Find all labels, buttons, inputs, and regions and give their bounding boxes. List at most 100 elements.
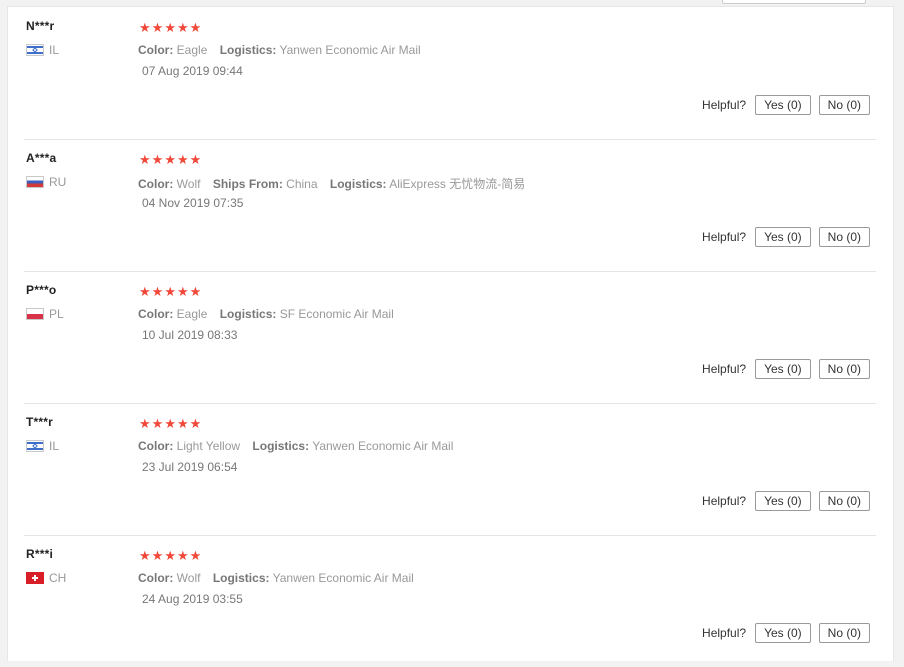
helpful-no-button[interactable]: No (0) (818, 623, 870, 643)
star-icon: ★ (164, 548, 176, 563)
color-label: Color: (138, 177, 174, 191)
star-icon: ★ (151, 284, 164, 299)
helpful-yes-button[interactable]: Yes (0) (755, 227, 811, 247)
russia-flag-icon (26, 176, 44, 188)
helpful-label: Helpful? (702, 494, 747, 508)
helpful-yes-button[interactable]: Yes (0) (755, 95, 811, 115)
reviewer-country: RU (26, 175, 66, 189)
sort-dropdown[interactable] (722, 0, 866, 4)
star-icon: ★ (189, 152, 202, 167)
logistics-label: Logistics: (329, 177, 387, 191)
logistics-value: AliExpress 无忧物流-简易 (389, 177, 526, 191)
star-rating: ★ ★ ★ ★ ★ (139, 20, 202, 35)
review-item: A***a RU ★ ★ ★ ★ ★ Color: Wolf Ships From: C… (24, 139, 876, 272)
star-icon: ★ (139, 416, 151, 431)
order-info: Color: Eagle Logistics: Yanwen Economic … (138, 43, 421, 57)
reviewer-name: T***r (26, 415, 54, 429)
order-info: Color: Eagle Logistics: SF Economic Air … (138, 307, 394, 321)
helpful-yes-button[interactable]: Yes (0) (755, 491, 811, 511)
color-label: Color: (138, 307, 174, 321)
country-code: RU (49, 175, 67, 189)
star-icon: ★ (139, 20, 151, 35)
reviewer-name: N***r (26, 19, 55, 33)
reviewer-country: CH (26, 571, 66, 585)
logistics-value: Yanwen Economic Air Mail (279, 43, 421, 57)
star-icon: ★ (176, 152, 189, 167)
reviewer-country: IL (26, 43, 59, 57)
review-item: N***r IL ★ ★ ★ ★ ★ Color: Eagle Logistics: Y… (24, 7, 876, 140)
order-info: Color: Wolf Ships From: China Logistics:… (138, 175, 525, 192)
order-info: Color: Light Yellow Logistics: Yanwen Ec… (138, 439, 453, 453)
helpful-no-button[interactable]: No (0) (818, 491, 870, 511)
color-value: Eagle (176, 307, 208, 321)
color-value: Wolf (176, 177, 201, 191)
star-icon: ★ (164, 20, 176, 35)
order-info: Color: Wolf Logistics: Yanwen Economic A… (138, 571, 414, 585)
helpful-no-button[interactable]: No (0) (818, 227, 870, 247)
color-label: Color: (138, 43, 174, 57)
color-label: Color: (138, 571, 174, 585)
helpful-yes-button[interactable]: Yes (0) (755, 359, 811, 379)
star-icon: ★ (189, 20, 202, 35)
review-date: 04 Nov 2019 07:35 (142, 196, 244, 210)
star-icon: ★ (151, 416, 164, 431)
star-icon: ★ (176, 20, 189, 35)
reviewer-name: P***o (26, 283, 57, 297)
poland-flag-icon (26, 308, 44, 320)
review-date: 10 Jul 2019 08:33 (142, 328, 238, 342)
color-label: Color: (138, 439, 174, 453)
review-item: T***r IL ★ ★ ★ ★ ★ Color: Light Yellow Logis… (24, 403, 876, 536)
star-icon: ★ (176, 548, 189, 563)
review-item: P***o PL ★ ★ ★ ★ ★ Color: Eagle Logistics: S… (24, 271, 876, 404)
star-icon: ★ (164, 152, 176, 167)
star-icon: ★ (151, 20, 164, 35)
ships-from-value: China (286, 177, 318, 191)
review-date: 07 Aug 2019 09:44 (142, 64, 243, 78)
helpful-label: Helpful? (702, 98, 747, 112)
star-icon: ★ (139, 548, 151, 563)
star-icon: ★ (139, 284, 151, 299)
switzerland-flag-icon (26, 572, 44, 584)
color-value: Wolf (176, 571, 201, 585)
helpful-label: Helpful? (702, 230, 747, 244)
helpful-no-button[interactable]: No (0) (818, 359, 870, 379)
star-rating: ★ ★ ★ ★ ★ (139, 152, 202, 167)
star-icon: ★ (139, 152, 151, 167)
israel-flag-icon (26, 44, 44, 56)
logistics-value: SF Economic Air Mail (279, 307, 394, 321)
helpful-vote: Helpful? Yes (0) No (0) (702, 227, 870, 247)
logistics-label: Logistics: (219, 307, 277, 321)
review-date: 23 Jul 2019 06:54 (142, 460, 238, 474)
helpful-vote: Helpful? Yes (0) No (0) (702, 491, 870, 511)
logistics-label: Logistics: (219, 43, 277, 57)
color-value: Eagle (176, 43, 208, 57)
helpful-label: Helpful? (702, 362, 747, 376)
country-code: IL (49, 43, 60, 57)
logistics-label: Logistics: (212, 571, 270, 585)
star-rating: ★ ★ ★ ★ ★ (139, 416, 202, 431)
star-icon: ★ (151, 152, 164, 167)
logistics-value: Yanwen Economic Air Mail (272, 571, 414, 585)
reviewer-name: A***a (26, 151, 57, 165)
logistics-label: Logistics: (252, 439, 310, 453)
helpful-vote: Helpful? Yes (0) No (0) (702, 359, 870, 379)
helpful-vote: Helpful? Yes (0) No (0) (702, 623, 870, 643)
star-icon: ★ (189, 548, 202, 563)
reviewer-name: R***i (26, 547, 54, 561)
country-code: IL (49, 439, 60, 453)
reviewer-country: IL (26, 439, 59, 453)
color-value: Light Yellow (176, 439, 241, 453)
star-icon: ★ (176, 284, 189, 299)
star-rating: ★ ★ ★ ★ ★ (139, 284, 202, 299)
reviews-panel: N***r IL ★ ★ ★ ★ ★ Color: Eagle Logistics: Y… (7, 6, 894, 661)
helpful-vote: Helpful? Yes (0) No (0) (702, 95, 870, 115)
helpful-yes-button[interactable]: Yes (0) (755, 623, 811, 643)
country-code: CH (49, 571, 67, 585)
helpful-no-button[interactable]: No (0) (818, 95, 870, 115)
star-rating: ★ ★ ★ ★ ★ (139, 548, 202, 563)
review-date: 24 Aug 2019 03:55 (142, 592, 243, 606)
ships-from-label: Ships From: (212, 177, 283, 191)
country-code: PL (49, 307, 64, 321)
star-icon: ★ (176, 416, 189, 431)
reviewer-country: PL (26, 307, 64, 321)
